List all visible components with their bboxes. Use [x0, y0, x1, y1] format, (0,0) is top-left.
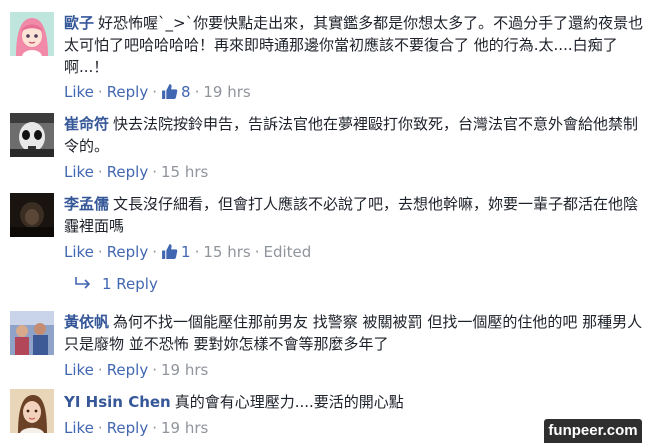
avatar[interactable]	[10, 389, 54, 433]
timestamp[interactable]: 19 hrs	[161, 419, 208, 437]
like-count[interactable]: 1	[181, 243, 191, 261]
like-link[interactable]: Like	[64, 163, 94, 181]
comment-text: 真的會有心理壓力....要活的開心點	[174, 393, 404, 411]
comment-actions: Like · Reply · 19 hrs	[64, 419, 209, 437]
comment-text: 為何不找一個能壓住那前男友 找警察 被關被罰 但找一個壓的住他的吧 那種男人只是…	[64, 313, 643, 353]
timestamp[interactable]: 15 hrs	[161, 163, 208, 181]
like-link[interactable]: Like	[64, 243, 94, 261]
comment-author[interactable]: 崔命符	[64, 115, 109, 133]
comment-body: YI Hsin Chen 真的會有心理壓力....要活的開心點	[64, 391, 644, 413]
comment-actions: Like · Reply · 8 · 19 hrs	[64, 83, 251, 101]
comment-author[interactable]: 黃依帆	[64, 313, 109, 331]
avatar[interactable]	[10, 12, 54, 56]
comment-author[interactable]: YI Hsin Chen	[64, 393, 171, 411]
comment-body: 李孟儒 文長沒仔細看，但會打人應該不必說了吧，去想他幹嘛，妳要一輩子都活在他陰霾裡…	[64, 193, 644, 237]
comment: 李孟儒 文長沒仔細看，但會打人應該不必說了吧，去想他幹嘛，妳要一輩子都活在他陰霾裡…	[0, 185, 660, 295]
comment-actions: Like · Reply · 1 · 15 hrs · Edited	[64, 243, 312, 261]
timestamp[interactable]: 15 hrs	[203, 243, 250, 261]
skull-mask-avatar-icon	[10, 113, 54, 157]
like-count[interactable]: 8	[181, 83, 191, 101]
woman-photo-avatar-icon	[10, 389, 54, 433]
anime-girl-avatar-icon	[10, 12, 54, 56]
view-replies-link[interactable]: 1 Reply	[74, 274, 158, 294]
reply-link[interactable]: Reply	[107, 163, 149, 181]
comment: 黃依帆 為何不找一個能壓住那前男友 找警察 被關被罰 但找一個壓的住他的吧 那種男…	[0, 303, 660, 383]
edited-label[interactable]: Edited	[263, 243, 311, 261]
thumbs-up-icon[interactable]	[161, 83, 178, 100]
like-link[interactable]: Like	[64, 419, 94, 437]
comment-author[interactable]: 歐子	[64, 14, 94, 32]
comment-body: 黃依帆 為何不找一個能壓住那前男友 找警察 被關被罰 但找一個壓的住他的吧 那種男…	[64, 311, 644, 355]
reply-link[interactable]: Reply	[107, 361, 149, 379]
thumbs-up-icon[interactable]	[161, 243, 178, 260]
watermark: funpeer.com	[544, 419, 642, 443]
avatar[interactable]	[10, 193, 54, 237]
comment-author[interactable]: 李孟儒	[64, 195, 109, 213]
group-photo-avatar-icon	[10, 311, 54, 355]
comment-actions: Like · Reply · 15 hrs	[64, 163, 209, 181]
avatar[interactable]	[10, 311, 54, 355]
reply-link[interactable]: Reply	[107, 83, 149, 101]
like-link[interactable]: Like	[64, 361, 94, 379]
timestamp[interactable]: 19 hrs	[203, 83, 250, 101]
comment-text: 文長沒仔細看，但會打人應該不必說了吧，去想他幹嘛，妳要一輩子都活在他陰霾裡面嗎	[64, 195, 639, 235]
comment-text: 快去法院按鈴申告，告訴法官他在夢裡毆打你致死，台灣法官不意外會給他禁制令的。	[64, 115, 639, 155]
comment-text: 好恐怖喔`_>`你要快點走出來，其實鑑多都是你想太多了。不過分手了還約夜景也太可…	[64, 14, 644, 76]
reply-link[interactable]: Reply	[107, 419, 149, 437]
comment-body: 歐子 好恐怖喔`_>`你要快點走出來，其實鑑多都是你想太多了。不過分手了還約夜景也…	[64, 12, 644, 78]
replies-count-label[interactable]: 1 Reply	[102, 275, 158, 293]
reply-arrow-icon	[75, 277, 91, 289]
timestamp[interactable]: 19 hrs	[161, 361, 208, 379]
comment-actions: Like · Reply · 19 hrs	[64, 361, 209, 379]
like-link[interactable]: Like	[64, 83, 94, 101]
comment-body: 崔命符 快去法院按鈴申告，告訴法官他在夢裡毆打你致死，台灣法官不意外會給他禁制令的…	[64, 113, 644, 157]
dark-photo-avatar-icon	[10, 193, 54, 237]
comment: 崔命符 快去法院按鈴申告，告訴法官他在夢裡毆打你致死，台灣法官不意外會給他禁制令的…	[0, 105, 660, 185]
reply-link[interactable]: Reply	[107, 243, 149, 261]
comment: 歐子 好恐怖喔`_>`你要快點走出來，其實鑑多都是你想太多了。不過分手了還約夜景也…	[0, 0, 660, 105]
avatar[interactable]	[10, 113, 54, 157]
